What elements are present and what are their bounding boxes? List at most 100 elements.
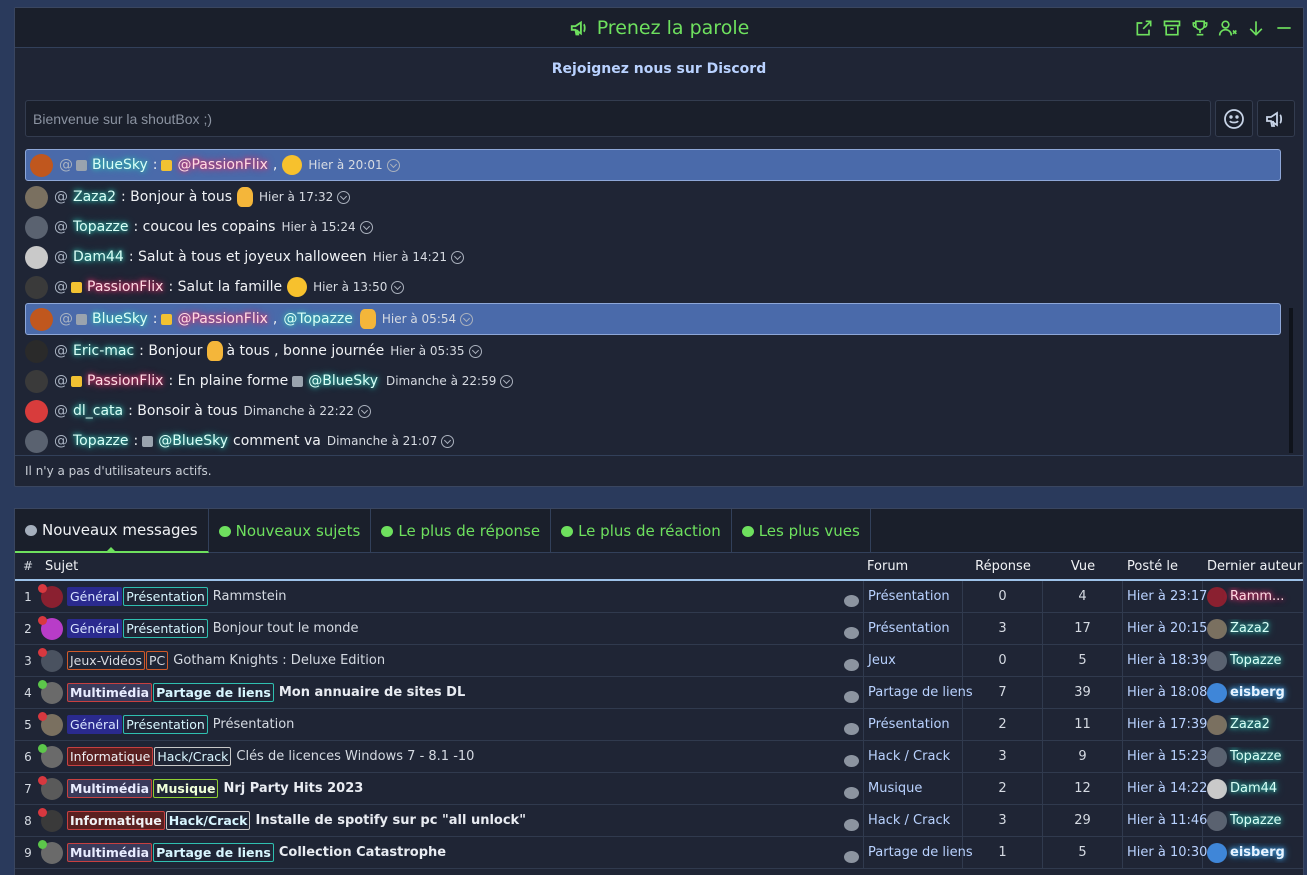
table-row[interactable]: 4 Multimédia Partage de liens Mon annuair… bbox=[15, 676, 1303, 709]
row-author[interactable]: Topazze bbox=[1203, 810, 1303, 831]
chevron-down-icon[interactable] bbox=[386, 158, 400, 172]
row-posted-link[interactable]: Hier à 11:46 bbox=[1123, 804, 1207, 837]
table-row[interactable]: 5 Général Présentation Présentation Prése… bbox=[15, 708, 1303, 741]
chevron-down-icon[interactable] bbox=[337, 190, 351, 204]
chevron-down-icon[interactable] bbox=[357, 404, 371, 418]
message-nick[interactable]: PassionFlix bbox=[85, 373, 165, 389]
avatar[interactable] bbox=[25, 399, 48, 423]
message-nick[interactable]: Dam44 bbox=[71, 249, 126, 265]
shout-message[interactable]: @ PassionFlix : Salut la famille Hier à … bbox=[25, 272, 1281, 302]
row-author[interactable]: eisberg bbox=[1203, 842, 1303, 863]
chevron-down-icon[interactable] bbox=[441, 434, 455, 448]
table-row[interactable]: 2 Général Présentation Bonjour tout le mo… bbox=[15, 612, 1303, 645]
avatar[interactable] bbox=[1207, 650, 1227, 671]
message-nick[interactable]: dl_cata bbox=[71, 403, 125, 419]
row-forum-link[interactable]: Présentation bbox=[863, 708, 963, 741]
tab-new-topics[interactable]: Nouveaux sujets bbox=[209, 509, 372, 553]
chevron-down-icon[interactable] bbox=[450, 250, 464, 264]
comments-icon[interactable] bbox=[844, 754, 859, 767]
avatar[interactable] bbox=[25, 339, 48, 363]
message-nick[interactable]: Topazze bbox=[71, 433, 131, 449]
row-author[interactable]: Zaza2 bbox=[1203, 714, 1303, 735]
row-author[interactable]: Zaza2 bbox=[1203, 618, 1303, 639]
shout-message[interactable]: @ BlueSky: @PassionFlix, @Topazze Hier à… bbox=[25, 303, 1281, 335]
prefix-tag[interactable]: Présentation bbox=[123, 587, 208, 606]
avatar[interactable] bbox=[25, 429, 48, 453]
avatar[interactable] bbox=[1207, 746, 1227, 767]
avatar[interactable] bbox=[25, 185, 48, 209]
message-mention[interactable]: @BlueSky bbox=[306, 373, 380, 389]
user-ban-button[interactable] bbox=[1216, 16, 1239, 39]
avatar[interactable] bbox=[30, 153, 53, 177]
avatar[interactable] bbox=[1207, 778, 1227, 799]
author-link[interactable]: Zaza2 bbox=[1230, 621, 1270, 636]
prefix-tag[interactable]: Présentation bbox=[123, 715, 208, 734]
message-nick[interactable]: Zaza2 bbox=[71, 189, 118, 205]
row-posted-link[interactable]: Hier à 18:39 bbox=[1123, 644, 1207, 677]
table-row[interactable]: 6 Informatique Hack/Crack Clés de licence… bbox=[15, 740, 1303, 773]
shout-scrollbar[interactable] bbox=[1289, 308, 1293, 453]
shout-message[interactable]: @ Topazze : coucou les copains Hier à 15… bbox=[25, 212, 1281, 242]
avatar[interactable] bbox=[30, 307, 53, 331]
avatar[interactable] bbox=[1207, 714, 1227, 735]
comments-icon[interactable] bbox=[844, 818, 859, 831]
message-nick[interactable]: Topazze bbox=[71, 219, 131, 235]
shout-message[interactable]: @ Zaza2 : Bonjour à tous Hier à 17:32 bbox=[25, 182, 1281, 212]
trophy-button[interactable] bbox=[1188, 16, 1211, 39]
send-shout-button[interactable] bbox=[1257, 100, 1295, 137]
prefix-tag[interactable]: Présentation bbox=[123, 619, 208, 638]
table-row[interactable]: 3 Jeux-Vidéos PC Gotham Knights : Deluxe … bbox=[15, 644, 1303, 677]
comments-icon[interactable] bbox=[844, 658, 859, 671]
topic-title-link[interactable]: Clés de licences Windows 7 - 8.1 -10 bbox=[236, 749, 474, 764]
shout-message[interactable]: @ PassionFlix : En plaine forme @BlueSky… bbox=[25, 366, 1281, 396]
avatar[interactable] bbox=[38, 711, 63, 736]
author-link[interactable]: Topazze bbox=[1230, 749, 1282, 764]
avatar[interactable] bbox=[38, 679, 63, 704]
message-nick[interactable]: Eric-mac bbox=[71, 343, 136, 359]
row-author[interactable]: Topazze bbox=[1203, 650, 1303, 671]
tab-most-replies[interactable]: Le plus de réponse bbox=[371, 509, 552, 553]
table-row[interactable]: 1 Général Présentation Rammstein Présenta… bbox=[15, 580, 1303, 613]
chevron-down-icon[interactable] bbox=[500, 374, 514, 388]
popout-button[interactable] bbox=[1132, 16, 1155, 39]
topic-title-link[interactable]: Nrj Party Hits 2023 bbox=[223, 781, 363, 796]
shout-message[interactable]: @ Eric-mac : Bonjour à tous , bonne jour… bbox=[25, 336, 1281, 366]
message-mention[interactable]: @PassionFlix bbox=[175, 311, 269, 327]
prefix-tag[interactable]: Général bbox=[67, 619, 123, 638]
avatar[interactable] bbox=[25, 215, 48, 239]
prefix-tag[interactable]: Partage de liens bbox=[153, 683, 274, 702]
row-author[interactable]: Dam44 bbox=[1203, 778, 1303, 799]
row-posted-link[interactable]: Hier à 14:22 bbox=[1123, 772, 1207, 805]
shout-message[interactable]: @ dl_cata : Bonsoir à tous Dimanche à 22… bbox=[25, 396, 1281, 426]
avatar[interactable] bbox=[38, 647, 63, 672]
comments-icon[interactable] bbox=[844, 626, 859, 639]
row-posted-link[interactable]: Hier à 17:39 bbox=[1123, 708, 1207, 741]
message-nick[interactable]: PassionFlix bbox=[85, 279, 165, 295]
avatar[interactable] bbox=[1207, 618, 1227, 639]
row-forum-link[interactable]: Jeux bbox=[863, 644, 963, 677]
prefix-tag[interactable]: Informatique bbox=[67, 747, 154, 766]
chevron-down-icon[interactable] bbox=[391, 280, 405, 294]
comments-icon[interactable] bbox=[844, 690, 859, 703]
row-forum-link[interactable]: Hack / Crack bbox=[863, 804, 963, 837]
prefix-tag[interactable]: Multimédia bbox=[67, 779, 153, 798]
tab-most-views[interactable]: Les plus vues bbox=[732, 509, 871, 553]
prefix-tag[interactable]: PC bbox=[146, 651, 169, 670]
row-forum-link[interactable]: Musique bbox=[863, 772, 963, 805]
avatar[interactable] bbox=[38, 615, 63, 640]
row-forum-link[interactable]: Présentation bbox=[863, 612, 963, 645]
row-posted-link[interactable]: Hier à 10:30 bbox=[1123, 836, 1207, 869]
avatar[interactable] bbox=[38, 743, 63, 768]
avatar[interactable] bbox=[1207, 586, 1227, 607]
message-nick[interactable]: BlueSky bbox=[90, 157, 150, 173]
author-link[interactable]: Topazze bbox=[1230, 813, 1282, 828]
tab-new-messages[interactable]: Nouveaux messages bbox=[15, 509, 209, 553]
minimize-button[interactable] bbox=[1272, 16, 1295, 39]
table-row[interactable]: 7 Multimédia Musique Nrj Party Hits 2023 … bbox=[15, 772, 1303, 805]
prefix-tag[interactable]: Général bbox=[67, 587, 123, 606]
topic-title-link[interactable]: Présentation bbox=[213, 717, 295, 732]
comments-icon[interactable] bbox=[844, 786, 859, 799]
avatar[interactable] bbox=[38, 583, 63, 608]
author-link[interactable]: Dam44 bbox=[1230, 781, 1277, 796]
message-mention[interactable]: @BlueSky bbox=[156, 433, 230, 449]
